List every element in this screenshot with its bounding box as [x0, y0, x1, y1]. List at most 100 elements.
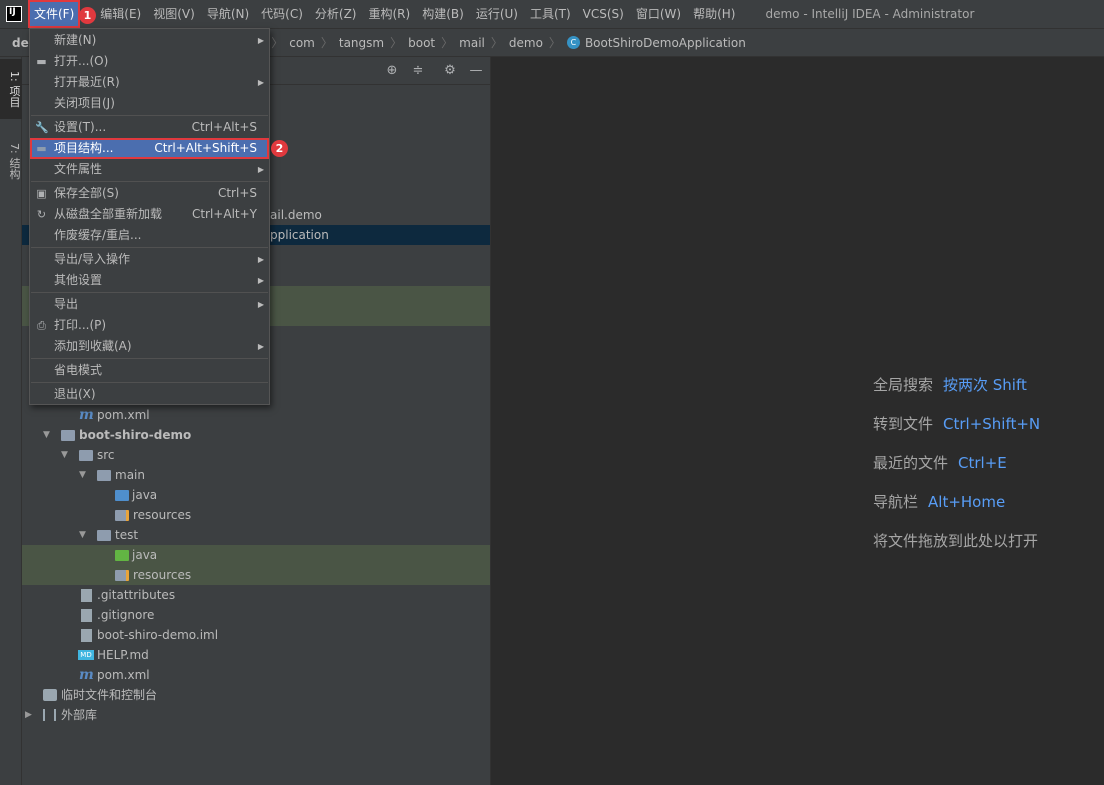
tree-row-gitattributes[interactable]: .gitattributes: [22, 585, 490, 605]
menu-analyze[interactable]: 分析(Z): [309, 0, 363, 28]
tree-row-test-resources[interactable]: resources: [22, 565, 490, 585]
scratch-console-icon: [43, 689, 57, 701]
tree-row-module[interactable]: ▼ boot-shiro-demo: [22, 425, 490, 445]
tree-row-test[interactable]: ▼ test: [22, 525, 490, 545]
annotation-badge-2: 2: [271, 140, 288, 157]
hint-text: 导航栏: [873, 493, 919, 511]
breadcrumb-item[interactable]: demo: [509, 36, 543, 50]
expand-arrow-icon[interactable]: ▼: [79, 525, 86, 545]
tree-row-pom[interactable]: m pom.xml: [22, 405, 490, 425]
breadcrumb-item[interactable]: de: [12, 36, 29, 50]
menu-vcs[interactable]: VCS(S): [577, 0, 630, 28]
breadcrumb-item[interactable]: com: [289, 36, 315, 50]
menu-item-power-save[interactable]: 省电模式: [30, 360, 269, 381]
library-icon: [43, 709, 56, 721]
tree-row-main[interactable]: ▼ main: [22, 465, 490, 485]
test-resources-folder-icon: [115, 570, 129, 581]
chevron-right-icon: 〉: [271, 36, 284, 50]
menu-code[interactable]: 代码(C): [255, 0, 309, 28]
menu-help[interactable]: 帮助(H): [687, 0, 741, 28]
annotation-badge-1: 1: [79, 7, 96, 24]
expand-arrow-icon[interactable]: ▼: [43, 425, 50, 445]
save-icon: ▣: [36, 187, 47, 200]
tree-row-help-md[interactable]: MD HELP.md: [22, 645, 490, 665]
breadcrumb-item[interactable]: tangsm: [339, 36, 384, 50]
tree-row-external-libs[interactable]: ▶ 外部库: [22, 705, 490, 725]
tree-label: pom.xml: [97, 668, 150, 682]
tree-row-iml[interactable]: boot-shiro-demo.iml: [22, 625, 490, 645]
menu-view[interactable]: 视图(V): [147, 0, 201, 28]
tree-row-pom-2[interactable]: m pom.xml: [22, 665, 490, 685]
submenu-arrow-icon: ▶: [257, 300, 264, 309]
maven-icon: m: [79, 407, 94, 423]
breadcrumb-item[interactable]: boot: [408, 36, 435, 50]
expand-arrow-icon[interactable]: ▼: [61, 445, 68, 465]
submenu-arrow-icon: ▶: [257, 36, 264, 45]
menu-edit[interactable]: 编辑(E): [94, 0, 147, 28]
menu-tools[interactable]: 工具(T): [524, 0, 577, 28]
menu-item-label: 文件属性: [54, 162, 103, 176]
menu-item-open-recent[interactable]: 打开最近(R) ▶: [30, 72, 269, 93]
tree-row-src[interactable]: ▼ src: [22, 445, 490, 465]
tree-label: ail.demo: [270, 208, 322, 222]
chevron-right-icon: 〉: [390, 36, 403, 50]
expand-arrow-icon[interactable]: ▶: [25, 705, 32, 725]
menu-item-reload-all[interactable]: ↻ 从磁盘全部重新加载 Ctrl+Alt+Y: [30, 204, 269, 225]
hint-recent-files: 最近的文件 Ctrl+E: [873, 452, 1007, 473]
menu-item-export-import[interactable]: 导出/导入操作 ▶: [30, 249, 269, 270]
menu-build[interactable]: 构建(B): [416, 0, 470, 28]
hint-shortcut: Ctrl+Shift+N: [943, 415, 1041, 433]
tree-row-test-java[interactable]: java: [22, 545, 490, 565]
locate-icon[interactable]: ⊕: [384, 63, 400, 79]
resources-folder-icon: [115, 510, 129, 521]
menu-refactor[interactable]: 重构(R): [363, 0, 417, 28]
expand-arrow-icon[interactable]: ▼: [79, 465, 86, 485]
tool-tab-project[interactable]: 1: 项目: [0, 59, 22, 119]
tree-label: pplication: [270, 228, 329, 242]
submenu-arrow-icon: ▶: [257, 255, 264, 264]
tree-row-main-java[interactable]: java: [22, 485, 490, 505]
print-icon: ⎙: [37, 319, 46, 332]
submenu-arrow-icon: ▶: [257, 165, 264, 174]
menu-item-shortcut: Ctrl+Alt+Shift+S: [154, 141, 257, 155]
menu-item-exit[interactable]: 退出(X): [30, 384, 269, 405]
editor-empty-area[interactable]: 全局搜索 按两次 Shift 转到文件 Ctrl+Shift+N 最近的文件 Ctrl…: [490, 57, 1104, 785]
breadcrumb-item[interactable]: mail: [459, 36, 485, 50]
menu-item-print[interactable]: ⎙ 打印...(P): [30, 315, 269, 336]
tree-label: test: [115, 528, 139, 542]
menu-item-file-properties[interactable]: 文件属性 ▶: [30, 159, 269, 180]
gear-icon[interactable]: ⚙: [442, 63, 458, 79]
tree-label: pom.xml: [97, 408, 150, 422]
minimize-icon[interactable]: —: [468, 63, 484, 79]
menu-item-add-to-favorites[interactable]: 添加到收藏(A) ▶: [30, 336, 269, 357]
menu-item-project-structure[interactable]: ▬ 项目结构... Ctrl+Alt+Shift+S: [30, 138, 269, 159]
tree-row-gitignore[interactable]: .gitignore: [22, 605, 490, 625]
tool-tab-structure[interactable]: 7: 结构: [0, 131, 22, 191]
menu-item-label: 打开最近(R): [54, 75, 120, 89]
menu-navigate[interactable]: 导航(N): [201, 0, 255, 28]
collapse-all-icon[interactable]: ≑: [410, 63, 426, 79]
menu-item-other-settings[interactable]: 其他设置 ▶: [30, 270, 269, 291]
tree-label: resources: [133, 568, 192, 582]
menu-item-new[interactable]: 新建(N) ▶: [30, 30, 269, 51]
menu-item-settings[interactable]: 🔧 设置(T)... Ctrl+Alt+S: [30, 117, 269, 138]
tree-row-main-resources[interactable]: resources: [22, 505, 490, 525]
hint-text: 全局搜索: [873, 376, 934, 394]
menu-item-export[interactable]: 导出 ▶: [30, 294, 269, 315]
tree-row-scratches[interactable]: 临时文件和控制台: [22, 685, 490, 705]
hint-shortcut: 按两次 Shift: [943, 376, 1027, 394]
menu-window[interactable]: 窗口(W): [630, 0, 687, 28]
hint-shortcut: Alt+Home: [928, 493, 1006, 511]
menu-item-save-all[interactable]: ▣ 保存全部(S) Ctrl+S: [30, 183, 269, 204]
breadcrumb-item-class[interactable]: BootShiroDemoApplication: [585, 36, 746, 50]
menu-run[interactable]: 运行(U): [470, 0, 524, 28]
menu-separator: [31, 115, 268, 116]
tree-label: HELP.md: [97, 648, 149, 662]
menu-item-close-project[interactable]: 关闭项目(J): [30, 93, 269, 114]
tree-label: boot-shiro-demo: [79, 428, 192, 442]
menu-file[interactable]: 文件(F): [28, 0, 81, 28]
menu-item-invalidate-caches[interactable]: 作废缓存/重启...: [30, 225, 269, 246]
hint-text: 将文件拖放到此处以打开: [873, 532, 1039, 550]
chevron-right-icon: 〉: [490, 36, 503, 50]
menu-item-open[interactable]: ▬ 打开...(O): [30, 51, 269, 72]
